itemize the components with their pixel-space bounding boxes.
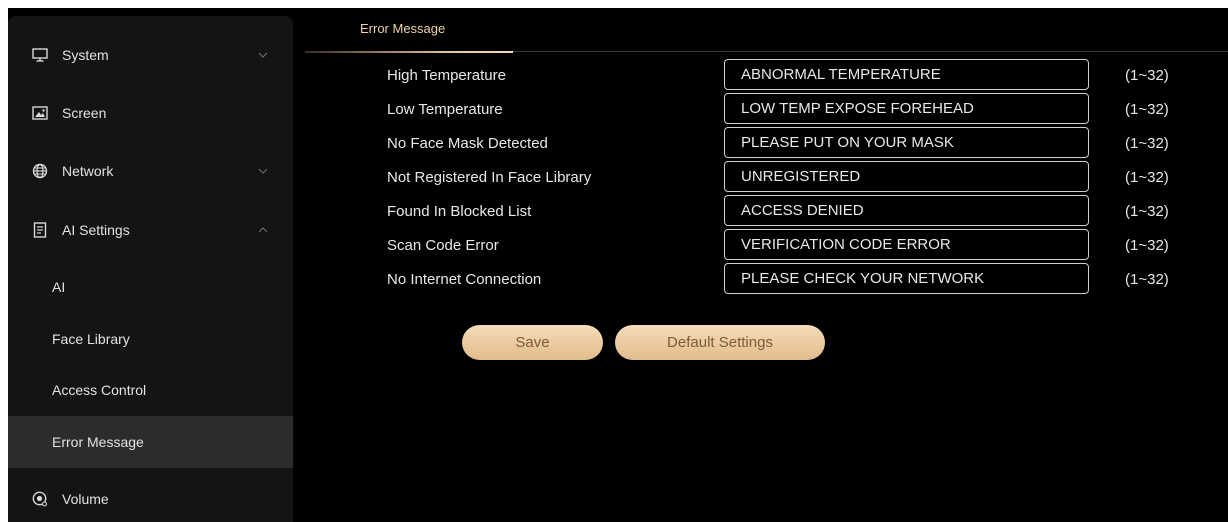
field-label: High Temperature — [387, 67, 506, 84]
not-registered-input[interactable] — [724, 161, 1089, 192]
form-row-scan-code-error: Scan Code Error (1~32) — [305, 229, 1228, 263]
sidebar-subitem-face-library[interactable]: Face Library — [8, 313, 293, 365]
high-temperature-input[interactable] — [724, 59, 1089, 90]
default-settings-button[interactable]: Default Settings — [615, 325, 825, 360]
sidebar-item-screen[interactable]: Screen — [8, 87, 293, 139]
document-icon — [31, 221, 49, 239]
sidebar-item-label: Screen — [62, 105, 107, 121]
no-face-mask-input[interactable] — [724, 127, 1089, 158]
tab-error-message[interactable]: Error Message — [305, 8, 513, 53]
speaker-icon — [31, 490, 49, 508]
main-content: Error Message High Temperature (1~32) Lo… — [305, 8, 1228, 522]
sidebar-subitem-error-message[interactable]: Error Message — [8, 416, 293, 468]
sidebar-item-network[interactable]: Network — [8, 145, 293, 197]
tab-bar: Error Message — [305, 8, 1228, 53]
low-temperature-input[interactable] — [724, 93, 1089, 124]
sidebar-subitem-access-control[interactable]: Access Control — [8, 364, 293, 416]
form-row-no-internet: No Internet Connection (1~32) — [305, 263, 1228, 297]
sidebar-item-label: System — [62, 47, 109, 63]
char-range-hint: (1~32) — [1125, 203, 1169, 220]
char-range-hint: (1~32) — [1125, 237, 1169, 254]
field-label: Not Registered In Face Library — [387, 169, 592, 186]
field-label: Low Temperature — [387, 101, 503, 118]
save-button[interactable]: Save — [462, 325, 603, 360]
sidebar-subitem-label: AI — [52, 279, 66, 295]
sidebar-subitem-label: Access Control — [52, 382, 147, 398]
sidebar-item-label: AI Settings — [62, 222, 130, 238]
sidebar-item-volume[interactable]: Volume — [8, 473, 293, 522]
sidebar-item-label: Volume — [62, 491, 109, 507]
sidebar-item-system[interactable]: System — [8, 29, 293, 81]
field-label: No Face Mask Detected — [387, 135, 548, 152]
char-range-hint: (1~32) — [1125, 169, 1169, 186]
char-range-hint: (1~32) — [1125, 67, 1169, 84]
field-label: Found In Blocked List — [387, 203, 532, 220]
blocked-list-input[interactable] — [724, 195, 1089, 226]
chevron-up-icon — [256, 223, 270, 237]
form-row-no-face-mask: No Face Mask Detected (1~32) — [305, 127, 1228, 161]
char-range-hint: (1~32) — [1125, 271, 1169, 288]
chevron-down-icon — [256, 164, 270, 178]
active-tab-indicator — [305, 51, 513, 53]
sidebar-item-label: Network — [62, 163, 114, 179]
scan-code-error-input[interactable] — [724, 229, 1089, 260]
field-label: No Internet Connection — [387, 271, 542, 288]
field-label: Scan Code Error — [387, 237, 499, 254]
monitor-icon — [31, 46, 49, 64]
sidebar-subitem-label: Face Library — [52, 331, 130, 347]
globe-icon — [31, 162, 49, 180]
sidebar: System Screen Network AI Settings AI Fac… — [8, 16, 293, 522]
app-window: System Screen Network AI Settings AI Fac… — [8, 8, 1228, 522]
sidebar-subitem-ai[interactable]: AI — [8, 261, 293, 313]
image-icon — [31, 104, 49, 122]
tab-label: Error Message — [360, 21, 446, 36]
sidebar-subitem-label: Error Message — [52, 434, 144, 450]
form-row-blocked-list: Found In Blocked List (1~32) — [305, 195, 1228, 229]
char-range-hint: (1~32) — [1125, 101, 1169, 118]
char-range-hint: (1~32) — [1125, 135, 1169, 152]
form-row-not-registered: Not Registered In Face Library (1~32) — [305, 161, 1228, 195]
chevron-down-icon — [256, 48, 270, 62]
no-internet-input[interactable] — [724, 263, 1089, 294]
form-row-high-temperature: High Temperature (1~32) — [305, 59, 1228, 93]
sidebar-item-ai-settings[interactable]: AI Settings — [8, 204, 293, 256]
form-row-low-temperature: Low Temperature (1~32) — [305, 93, 1228, 127]
